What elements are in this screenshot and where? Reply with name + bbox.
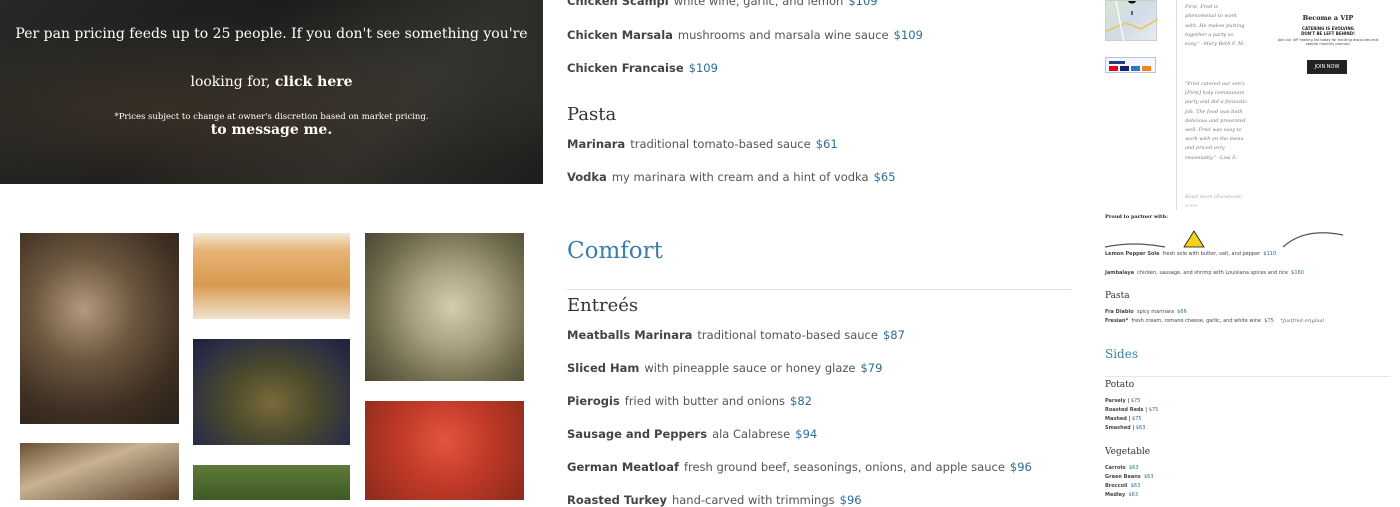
vegetable-heading: Vegetable <box>1105 447 1151 457</box>
join-now-button[interactable]: JOIN NOW <box>1307 60 1347 74</box>
list-item: Green Beans $63 <box>1105 474 1154 480</box>
menu-item: Roasted Turkey hand-carved with trimmings… <box>567 493 862 507</box>
menu-item: Vodka my marinara with cream and a hint o… <box>567 170 896 184</box>
menu-item: Sausage and Peppers ala Calabrese $94 <box>567 427 818 441</box>
menu-item: Chicken Scampi white wine, garlic, and le… <box>567 0 878 8</box>
message-link[interactable]: click here <box>275 74 353 90</box>
partner-label: Proud to partner with: <box>1105 214 1168 220</box>
vip-signup: Become a VIP CATERING IS EVOLVING DON'T … <box>1268 14 1388 46</box>
menu-item: Pierogis fried with butter and onions $82 <box>567 394 812 408</box>
menu-item: Lemon Pepper Sole fresh sole with butter… <box>1105 251 1277 257</box>
sides-divider <box>1105 376 1390 377</box>
pasta-subheading: Pasta <box>1105 291 1130 301</box>
food-photo-chicken-francaise <box>365 233 524 381</box>
list-item: Broccoli $63 <box>1105 483 1141 489</box>
hero-text: Per pan pricing feeds up to 25 people. I… <box>8 10 535 154</box>
list-item: Carrots $63 <box>1105 465 1139 471</box>
testimonial-top: about Fred and his food. First, Fred is … <box>1185 0 1247 48</box>
menu-item: Fra Diablo spicy marinara $66 <box>1105 309 1187 315</box>
list-item: Parsely | $75 <box>1105 398 1141 404</box>
vip-body: Join our VIP mailing list today for exci… <box>1277 38 1379 46</box>
section-divider <box>567 289 1071 290</box>
menu-item: Chicken Marsala mushrooms and marsala win… <box>567 28 923 42</box>
food-photo-stuffed-mushrooms <box>193 339 350 445</box>
sides-heading: Sides <box>1105 347 1138 361</box>
comfort-heading: Comfort <box>567 238 663 264</box>
menu-item: German Meatloaf fresh ground beef, season… <box>567 460 1032 474</box>
food-photo-chicken <box>20 233 179 424</box>
food-photo-green-beans <box>193 465 350 500</box>
food-photo-meatballs <box>365 401 524 500</box>
potato-heading: Potato <box>1105 380 1135 390</box>
read-more-link[interactable]: Read more (Facebook) >>> <box>1185 193 1249 211</box>
pasta-heading: Pasta <box>567 104 617 125</box>
list-item: Medley $63 <box>1105 492 1139 498</box>
vip-title: Become a VIP <box>1302 14 1354 22</box>
hero-banner: Per pan pricing feeds up to 25 people. I… <box>0 0 543 184</box>
location-map[interactable] <box>1105 0 1159 43</box>
map-pin-icon <box>1127 0 1137 15</box>
panel-divider <box>1176 0 1177 210</box>
partner-logos <box>1104 229 1345 249</box>
vip-line2: DON'T BE LEFT BEHIND! <box>1301 31 1355 36</box>
list-item: Mashed | $75 <box>1105 416 1142 422</box>
paypal-badge <box>1105 57 1156 73</box>
hero-line1: Per pan pricing feeds up to 25 people. I… <box>15 26 528 90</box>
testimonial: "Fred catered our son's [First] holy com… <box>1185 81 1248 161</box>
hero-line2[interactable]: to message me. <box>211 122 332 138</box>
entrees-heading: Entreés <box>567 295 639 316</box>
food-photo-casserole <box>193 233 350 319</box>
pricing-note: *Prices subject to change at owner's dis… <box>114 112 429 122</box>
list-item: Smashed | $63 <box>1105 425 1146 431</box>
menu-item: Sliced Ham with pineapple sauce or honey … <box>567 361 883 375</box>
menu-item: Fresian* fresh cream, romano cheese, gar… <box>1105 318 1325 324</box>
menu-item: Marinara traditional tomato-based sauce $6… <box>567 137 838 151</box>
menu-item: Chicken Francaise $109 <box>567 61 718 75</box>
list-item: Roasted Reds | $75 <box>1105 407 1159 413</box>
food-photo-pierogis <box>20 443 179 500</box>
menu-item: Meatballs Marinara traditional tomato-bas… <box>567 328 905 342</box>
menu-item: Jambalaya chicken, sausage, and shrimp w… <box>1105 270 1304 276</box>
